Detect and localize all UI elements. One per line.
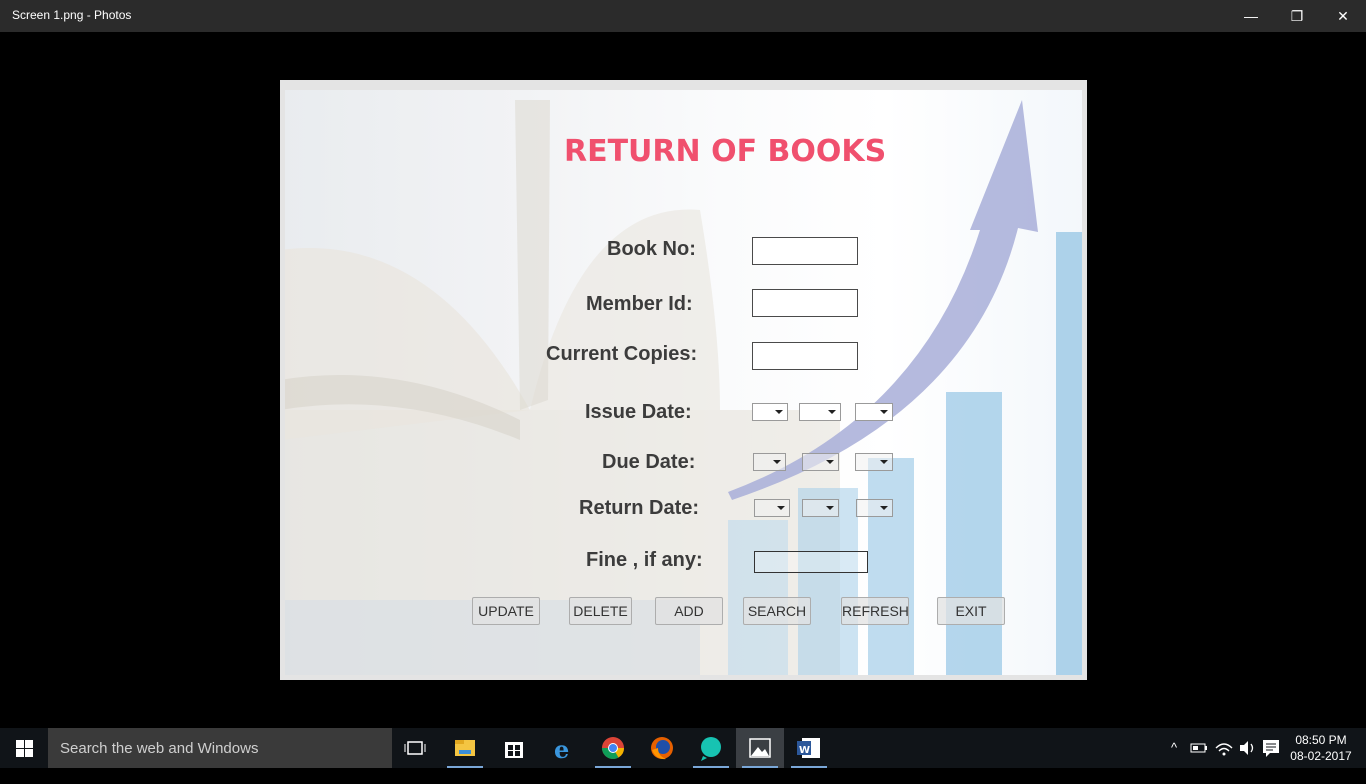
firefox-icon[interactable] bbox=[638, 728, 686, 768]
battery-icon[interactable] bbox=[1188, 728, 1210, 768]
word-icon[interactable]: W bbox=[785, 728, 833, 768]
minimize-button[interactable]: — bbox=[1228, 0, 1274, 32]
member-id-label: Member Id: bbox=[586, 293, 693, 315]
start-button[interactable] bbox=[0, 728, 48, 768]
current-copies-label: Current Copies: bbox=[546, 343, 698, 365]
chevron-down-icon bbox=[826, 460, 834, 464]
chevron-down-icon bbox=[880, 460, 888, 464]
svg-text:W: W bbox=[799, 745, 810, 756]
chevron-down-icon bbox=[777, 506, 785, 510]
background-illustration bbox=[280, 100, 1084, 680]
refresh-button[interactable]: REFRESH bbox=[841, 597, 909, 625]
chevron-down-icon bbox=[775, 410, 783, 414]
due-date-label: Due Date: bbox=[602, 451, 696, 473]
chevron-down-icon bbox=[828, 410, 836, 414]
fine-label: Fine , if any: bbox=[586, 549, 703, 571]
delete-button[interactable]: DELETE bbox=[569, 597, 632, 625]
taskbar: Search the web and Windows e W ^ 08:50 P… bbox=[0, 728, 1366, 768]
tray-chevron-up-icon[interactable]: ^ bbox=[1164, 728, 1184, 768]
close-button[interactable]: ✕ bbox=[1320, 0, 1366, 32]
chevron-down-icon bbox=[826, 506, 834, 510]
member-id-input[interactable] bbox=[752, 289, 858, 317]
windows-logo-pane bbox=[16, 749, 24, 757]
action-center-icon[interactable] bbox=[1260, 728, 1282, 768]
due-month-select[interactable] bbox=[802, 453, 839, 471]
update-button[interactable]: UPDATE bbox=[472, 597, 540, 625]
fine-input[interactable] bbox=[754, 551, 868, 573]
windows-logo-pane bbox=[25, 740, 33, 748]
chrome-icon[interactable] bbox=[589, 728, 637, 768]
return-of-books-form: RETURN OF BOOKS Book No: Member Id: Curr… bbox=[280, 80, 1087, 680]
return-year-select[interactable] bbox=[856, 499, 893, 517]
return-date-label: Return Date: bbox=[579, 497, 700, 519]
window-title: Screen 1.png - Photos bbox=[12, 8, 132, 22]
clock-date: 08-02-2017 bbox=[1290, 749, 1352, 763]
issue-month-select[interactable] bbox=[799, 403, 841, 421]
taskbar-clock[interactable]: 08:50 PM 08-02-2017 bbox=[1288, 732, 1354, 764]
store-icon[interactable] bbox=[490, 728, 538, 768]
return-day-select[interactable] bbox=[754, 499, 790, 517]
add-button[interactable]: ADD bbox=[655, 597, 723, 625]
issue-year-select[interactable] bbox=[855, 403, 893, 421]
issue-day-select[interactable] bbox=[752, 403, 788, 421]
taskbar-search-box[interactable]: Search the web and Windows bbox=[48, 728, 392, 768]
search-button[interactable]: SEARCH bbox=[743, 597, 811, 625]
current-copies-input[interactable] bbox=[752, 342, 858, 370]
file-explorer-icon[interactable] bbox=[441, 728, 489, 768]
chevron-down-icon bbox=[880, 410, 888, 414]
chevron-down-icon bbox=[773, 460, 781, 464]
photos-icon[interactable] bbox=[736, 728, 784, 768]
chevron-down-icon bbox=[880, 506, 888, 510]
page-title: RETURN OF BOOKS bbox=[564, 134, 887, 169]
svg-text:e: e bbox=[554, 735, 569, 764]
search-placeholder: Search the web and Windows bbox=[60, 740, 259, 757]
windows-logo-pane bbox=[25, 749, 33, 757]
due-day-select[interactable] bbox=[753, 453, 786, 471]
app-icon[interactable] bbox=[687, 728, 735, 768]
book-no-input[interactable] bbox=[752, 237, 858, 265]
edge-icon[interactable]: e bbox=[540, 728, 588, 768]
due-year-select[interactable] bbox=[855, 453, 893, 471]
window-titlebar: Screen 1.png - Photos — ❐ ✕ bbox=[0, 0, 1366, 32]
return-month-select[interactable] bbox=[802, 499, 839, 517]
issue-date-label: Issue Date: bbox=[585, 401, 692, 423]
windows-logo-icon bbox=[16, 740, 24, 748]
maximize-button[interactable]: ❐ bbox=[1274, 0, 1320, 32]
volume-icon[interactable] bbox=[1236, 728, 1258, 768]
clock-time: 08:50 PM bbox=[1295, 733, 1347, 747]
exit-button[interactable]: EXIT bbox=[937, 597, 1005, 625]
task-view-icon[interactable] bbox=[392, 728, 440, 768]
wifi-icon[interactable] bbox=[1212, 728, 1236, 768]
book-no-label: Book No: bbox=[607, 238, 696, 260]
